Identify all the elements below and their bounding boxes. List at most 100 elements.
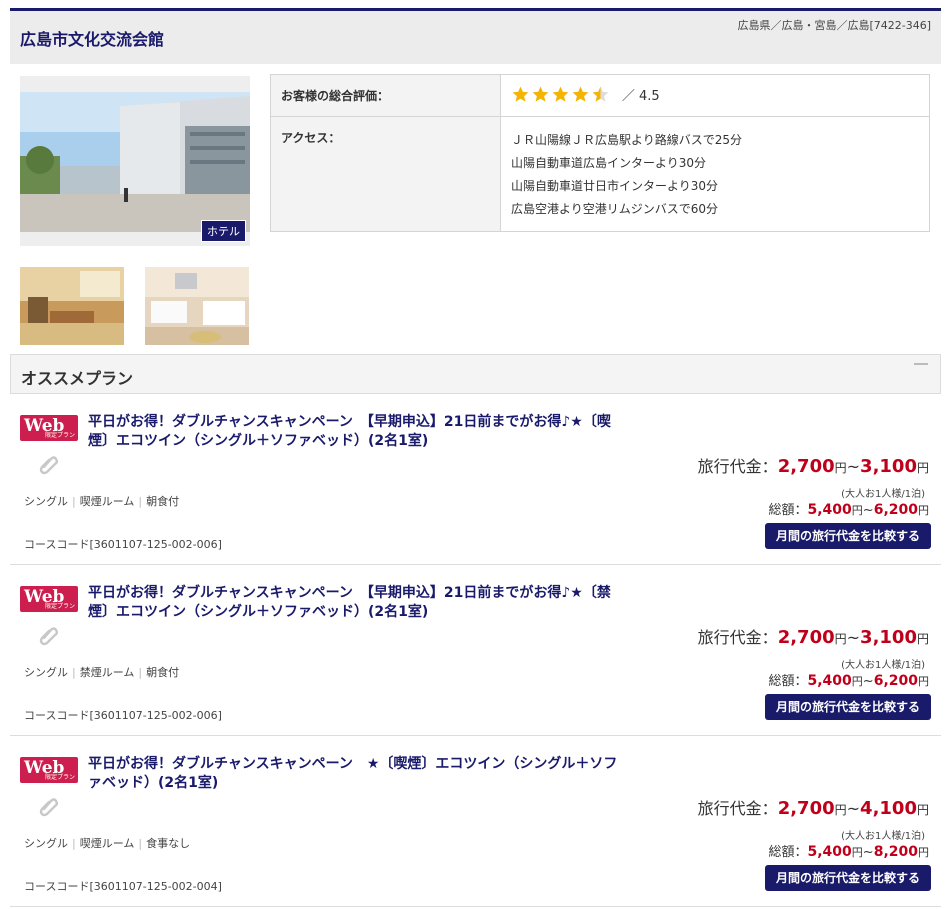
yen-unit: 円: [834, 461, 847, 475]
plan-title-link[interactable]: 平日がお得！ダブルチャンスキャンペーン 【早期申込】21日前までがお得♪★〔喫煙…: [88, 413, 618, 451]
access-label: アクセス：: [270, 116, 501, 232]
plan-tag: 食事なし: [146, 837, 191, 850]
course-code: コースコード[3601107-125-002-006]: [24, 709, 222, 722]
hotel-header: 広島市文化交流会館 広島県／広島・宮島／広島[7422-346]: [10, 8, 941, 64]
price-label: 旅行代金：: [697, 628, 778, 647]
course-code: コースコード[3601107-125-002-004]: [24, 880, 222, 893]
price-min: 2,700: [777, 456, 835, 477]
price-range: 旅行代金：2,700円~3,100円: [698, 624, 929, 648]
web-badge-sub: 限定プラン: [44, 432, 75, 439]
plan-tag: 喫煙ルーム: [79, 495, 135, 508]
yen-unit: 円: [851, 504, 863, 517]
access-line: 山陽自動車道廿日市インターより30分: [511, 179, 719, 193]
star-icon: [572, 86, 589, 102]
plan-tag: 朝食付: [146, 495, 180, 508]
total-max: 6,200: [873, 502, 918, 518]
hotel-name[interactable]: 広島市文化交流会館: [20, 26, 164, 50]
compare-monthly-price-button[interactable]: 月間の旅行代金を比較する: [765, 523, 931, 549]
web-only-badge: Web 限定プラン: [20, 415, 78, 441]
total-label: 総額：: [768, 503, 808, 518]
breadcrumb: 広島県／広島・宮島／広島[7422-346]: [737, 19, 931, 32]
total-min: 5,400: [807, 502, 852, 518]
rating-value: ／ 4.5: [621, 89, 660, 104]
hotel-main-photo[interactable]: ホテル: [20, 76, 250, 246]
price-label: 旅行代金：: [697, 457, 778, 476]
access-line: 広島空港より空港リムジンバスで60分: [511, 202, 719, 216]
total-label: 総額：: [768, 845, 808, 860]
plan-tags: シングル | 禁煙ルーム | 朝食付: [24, 666, 180, 679]
range-tilde: ~: [846, 628, 861, 647]
yen-unit: 円: [916, 632, 929, 646]
access-line: 山陽自動車道広島インターより30分: [511, 156, 707, 170]
star-icon: [552, 86, 569, 102]
yen-unit: 円: [834, 632, 847, 646]
price-range: 旅行代金：2,700円~3,100円: [698, 453, 929, 477]
rating-label: お客様の総合評価：: [270, 74, 501, 117]
compare-monthly-price-button[interactable]: 月間の旅行代金を比較する: [765, 865, 931, 891]
photo-thumbnail-twin-room[interactable]: [145, 267, 249, 345]
plan-tags: シングル | 喫煙ルーム | 食事なし: [24, 837, 191, 850]
total-max: 8,200: [873, 844, 918, 860]
plan-tag: シングル: [24, 666, 68, 679]
plan-tag: 禁煙ルーム: [79, 666, 135, 679]
price-max: 3,100: [860, 627, 917, 648]
range-tilde: ~: [862, 845, 874, 860]
recommended-plans-header: オススメプラン: [10, 354, 941, 394]
plan-tag: シングル: [24, 495, 68, 508]
plan-item: Web 限定プラン 平日がお得！ダブルチャンスキャンペーン ★〔喫煙〕エコツイン…: [10, 737, 941, 907]
range-tilde: ~: [846, 457, 861, 476]
total-price: 総額：5,400円~6,200円: [768, 499, 929, 518]
star-icon: [512, 86, 529, 102]
rating-cell: ／ 4.5: [500, 74, 930, 117]
yen-unit: 円: [916, 803, 929, 817]
total-label: 総額：: [768, 674, 808, 689]
plan-tag: 喫煙ルーム: [79, 837, 135, 850]
price-min: 2,700: [777, 627, 835, 648]
web-only-badge: Web 限定プラン: [20, 757, 78, 783]
plan-item: Web 限定プラン 平日がお得！ダブルチャンスキャンペーン 【早期申込】21日前…: [10, 395, 941, 565]
recommended-plans-title: オススメプラン: [21, 369, 134, 388]
range-tilde: ~: [862, 674, 874, 689]
web-only-badge: Web 限定プラン: [20, 586, 78, 612]
course-code: コースコード[3601107-125-002-006]: [24, 538, 222, 551]
price-range: 旅行代金：2,700円~4,100円: [698, 795, 929, 819]
total-price: 総額：5,400円~8,200円: [768, 841, 929, 860]
hotel-type-badge: ホテル: [201, 220, 246, 242]
hotel-info-table: お客様の総合評価： ／ 4.5 アクセス： ＪＲ山陽線ＪＲ広島駅より路線バスで2…: [270, 74, 930, 232]
yen-unit: 円: [918, 675, 929, 688]
plan-item: Web 限定プラン 平日がお得！ダブルチャンスキャンペーン 【早期申込】21日前…: [10, 566, 941, 736]
photo-thumbnail-japanese-room[interactable]: [20, 267, 124, 345]
star-icon: [532, 86, 549, 102]
yen-unit: 円: [851, 846, 863, 859]
compare-monthly-price-button[interactable]: 月間の旅行代金を比較する: [765, 694, 931, 720]
total-price: 総額：5,400円~6,200円: [768, 670, 929, 689]
range-tilde: ~: [846, 799, 861, 818]
total-min: 5,400: [807, 673, 852, 689]
yen-unit: 円: [851, 675, 863, 688]
collapse-icon[interactable]: [914, 363, 928, 365]
rating-stars: [511, 85, 610, 104]
price-min: 2,700: [777, 798, 835, 819]
price-note: (大人お1人様/1泊): [841, 489, 925, 500]
plan-tags: シングル | 喫煙ルーム | 朝食付: [24, 495, 180, 508]
plan-tag: 朝食付: [146, 666, 180, 679]
price-note: (大人お1人様/1泊): [841, 831, 925, 842]
price-max: 4,100: [860, 798, 917, 819]
yen-unit: 円: [918, 846, 929, 859]
range-tilde: ~: [862, 503, 874, 518]
paperclip-icon: [38, 624, 60, 649]
plan-title-link[interactable]: 平日がお得！ダブルチャンスキャンペーン 【早期申込】21日前までがお得♪★〔禁煙…: [88, 584, 618, 622]
access-line: ＪＲ山陽線ＪＲ広島駅より路線バスで25分: [511, 133, 743, 147]
yen-unit: 円: [916, 461, 929, 475]
price-max: 3,100: [860, 456, 917, 477]
yen-unit: 円: [918, 504, 929, 517]
total-max: 6,200: [873, 673, 918, 689]
access-cell: ＪＲ山陽線ＪＲ広島駅より路線バスで25分 山陽自動車道広島インターより30分 山…: [500, 116, 930, 232]
yen-unit: 円: [834, 803, 847, 817]
total-min: 5,400: [807, 844, 852, 860]
price-note: (大人お1人様/1泊): [841, 660, 925, 671]
star-icon: [592, 86, 609, 102]
plan-tag: シングル: [24, 837, 68, 850]
paperclip-icon: [38, 795, 60, 820]
plan-title-link[interactable]: 平日がお得！ダブルチャンスキャンペーン ★〔喫煙〕エコツイン（シングル＋ソファベ…: [88, 755, 618, 793]
